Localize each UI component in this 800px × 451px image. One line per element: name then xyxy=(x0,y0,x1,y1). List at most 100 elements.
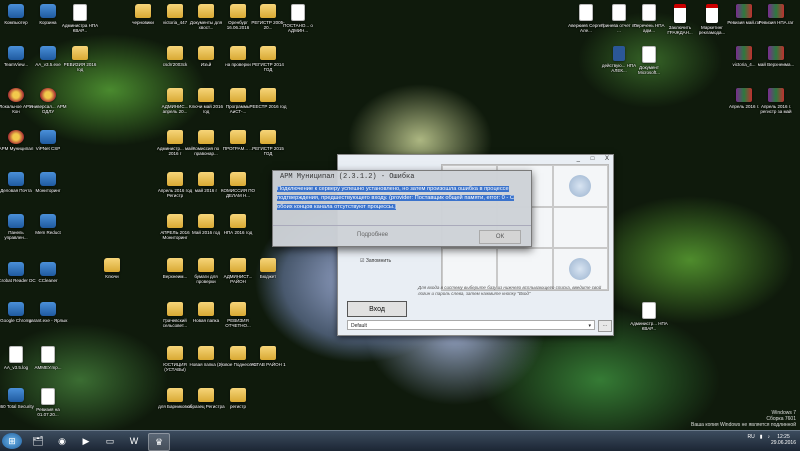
app-icon xyxy=(40,130,56,144)
ok-button[interactable]: ОК xyxy=(479,230,521,244)
folder-icon xyxy=(198,258,214,272)
desktop-icon-label: регистр xyxy=(230,404,246,409)
doc-icon xyxy=(642,46,656,63)
app-icon xyxy=(40,4,56,18)
folder-icon xyxy=(167,130,183,144)
folder-icon xyxy=(167,46,183,60)
user-tile[interactable] xyxy=(442,248,498,290)
desktop-icon[interactable]: РЕГИСТР 2015 ГОД xyxy=(250,130,286,170)
arm-municipal-icon: ♛ xyxy=(154,436,164,447)
folder-icon xyxy=(198,172,214,186)
desktop-icon[interactable]: РЕЕСТР 2016 год xyxy=(250,88,286,128)
desktop-icon[interactable]: РЕГИСТР 2014 ГОД xyxy=(250,46,286,86)
details-button[interactable]: Подробнее xyxy=(357,232,388,238)
doc-icon xyxy=(642,4,656,21)
user-tile[interactable] xyxy=(552,165,608,207)
desktop-icon-label: Мониторинг xyxy=(35,188,61,193)
folder-icon xyxy=(230,302,246,316)
desktop-icon-label: garant.exe - Ярлык xyxy=(28,318,68,323)
minimize-button[interactable]: _ xyxy=(577,156,580,162)
crest-icon xyxy=(8,130,24,144)
app-icon xyxy=(40,46,56,60)
network-icon[interactable]: ▮ xyxy=(760,434,763,440)
desktop-icon[interactable]: Бюджет xyxy=(250,258,286,298)
word-icon xyxy=(613,46,625,61)
desktop-icon[interactable]: garant.exe - Ярлык xyxy=(28,302,68,342)
desktop-icon[interactable]: CCleaner xyxy=(30,262,66,302)
desktop-icon[interactable]: Универсал... АРМ ОДЛУ xyxy=(29,88,67,128)
dialog-divider xyxy=(273,225,531,226)
start-button[interactable]: ⊞ xyxy=(2,433,22,449)
rar-icon xyxy=(768,88,784,102)
desktop-icon[interactable]: регистр xyxy=(220,388,256,428)
desktop-icon-label: КОМИССИЯ ПО ДЕЛАМ Н... xyxy=(220,188,256,198)
taskbar-media-player[interactable]: ▶ xyxy=(76,433,96,449)
desktop-icon[interactable]: КОМИССИЯ ПО ДЕЛАМ Н... xyxy=(220,172,256,212)
folder-icon xyxy=(260,346,276,360)
taskbar-explorer[interactable]: 🗂 xyxy=(28,433,48,449)
user-avatar-icon xyxy=(569,258,592,280)
maximize-button[interactable]: □ xyxy=(591,156,595,162)
desktop-icon[interactable]: РЕВИЗИЯ 2016 год xyxy=(62,46,98,86)
app-icon xyxy=(8,4,24,18)
desktop-icon-label: Бюджет xyxy=(259,274,277,279)
close-button[interactable]: X xyxy=(605,156,609,162)
database-select[interactable]: Default ▾ xyxy=(347,320,595,330)
browse-button[interactable]: ... xyxy=(598,320,612,332)
desktop-icon[interactable]: Документ Microsoft... xyxy=(631,46,667,86)
desktop-icon[interactable]: Администра НПА КВАР... xyxy=(62,4,98,44)
desktop-icon[interactable]: НПА 2016 год xyxy=(220,214,256,254)
desktop-icon[interactable]: Mem Reduct xyxy=(30,214,66,254)
user-tile[interactable] xyxy=(552,248,608,290)
folder-icon xyxy=(260,258,276,272)
desktop-icon[interactable]: Администр... НПА КВАР... xyxy=(630,302,668,342)
error-message-text: Подключение к серверу успешно установлен… xyxy=(277,186,514,210)
desktop-icon-label: РЕГИСТР 2014 ГОД xyxy=(252,62,284,72)
folder-icon xyxy=(198,388,214,402)
desktop-icon-label: май Верхнеима... xyxy=(757,62,795,67)
folder-icon xyxy=(167,388,183,402)
desktop-icon[interactable]: Ключи xyxy=(94,258,130,298)
desktop-icon[interactable]: УСТАВ РАЙОН 1 xyxy=(250,346,286,386)
crest-icon xyxy=(8,88,24,102)
app-icon xyxy=(40,214,56,228)
windows-logo-icon: ⊞ xyxy=(8,435,16,446)
desktop-icon[interactable]: ПОСТАНО... о АДМИН... xyxy=(280,4,316,44)
folder-icon xyxy=(230,46,246,60)
user-tile[interactable] xyxy=(552,207,608,248)
taskbar-arm-municipal[interactable]: ♛ xyxy=(148,433,170,451)
desktop-icon[interactable]: АММЕУ.mp... xyxy=(30,346,66,386)
desktop-icon[interactable]: май Верхнеима... xyxy=(758,46,794,86)
taskbar-chrome[interactable]: ◉ xyxy=(52,433,72,449)
doc-icon xyxy=(9,346,23,363)
app-icon xyxy=(40,172,56,186)
desktop-icon[interactable]: Заключить ГРАЖДАН... xyxy=(662,4,698,44)
desktop-icon-label: Ревизия на 01.07.20... xyxy=(36,407,60,417)
folder-icon xyxy=(230,258,246,272)
doc-icon xyxy=(612,4,626,21)
taskbar-folder[interactable]: ▭ xyxy=(100,433,120,449)
folder-icon xyxy=(198,88,214,102)
volume-icon[interactable]: ♪ xyxy=(768,434,771,440)
app-icon xyxy=(40,262,56,276)
clock[interactable]: 12:25 29.06.2016 xyxy=(771,434,796,446)
desktop-icon[interactable]: Ревизия НПА.rar xyxy=(758,4,794,44)
desktop-icon[interactable]: Мониторинг xyxy=(30,172,66,212)
window-controls: _ □ X xyxy=(568,156,609,162)
user-tile[interactable] xyxy=(497,248,553,290)
folder-icon xyxy=(167,258,183,272)
desktop-icon[interactable]: РЕВИЗИЯ ОТЧЕТНО... xyxy=(220,302,256,342)
database-value: Default xyxy=(351,323,367,329)
language-indicator[interactable]: RU xyxy=(748,434,755,440)
login-button[interactable]: Вход xyxy=(347,301,407,317)
desktop-icon[interactable]: ViPNet CSP xyxy=(30,130,66,170)
desktop-icon[interactable]: Апрель 2016 г. регистр за май 2016... xyxy=(758,88,794,128)
desktop-icon-label: Ревизия НПА.rar xyxy=(758,20,794,25)
remember-checkbox[interactable]: ☑ Запомнить xyxy=(360,258,391,264)
desktop-icon-label: Апрель 2016 г. регистр за май 2016... xyxy=(760,104,792,114)
desktop-icon[interactable]: Ревизия на 01.07.20... xyxy=(30,388,66,428)
error-message[interactable]: Подключение к серверу успешно установлен… xyxy=(277,185,525,212)
taskbar-word[interactable]: W xyxy=(124,433,144,449)
doc-icon xyxy=(73,4,87,21)
desktop-icon-label: РЕВИЗИЯ 2016 год xyxy=(63,62,97,72)
